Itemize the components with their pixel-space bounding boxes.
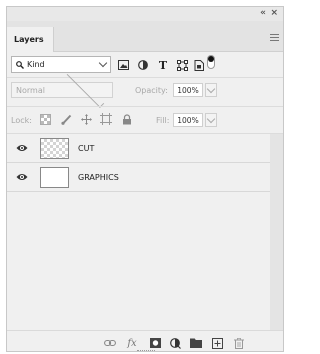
layer-row-cut[interactable]: CUT	[7, 134, 271, 163]
chevron-down-icon	[206, 84, 216, 93]
opacity-input[interactable]: 100%	[173, 83, 203, 97]
divider	[7, 106, 283, 107]
divider	[7, 77, 283, 78]
search-icon	[16, 60, 24, 69]
link-layers-icon[interactable]	[104, 337, 116, 349]
chevron-down-icon	[66, 69, 104, 108]
opacity-label: Opacity:	[135, 86, 168, 95]
blend-mode-dropdown[interactable]: Normal	[11, 69, 113, 108]
lock-transparent-pixels-icon[interactable]	[39, 113, 51, 125]
tab-layers[interactable]: Layers	[7, 27, 54, 52]
new-layer-icon[interactable]	[211, 337, 223, 349]
layer-name[interactable]: GRAPHICS	[78, 173, 119, 182]
layer-thumbnail[interactable]	[40, 167, 69, 188]
type-filter-icon[interactable]: T	[157, 59, 169, 72]
resize-grip[interactable]	[137, 350, 155, 351]
trash-icon[interactable]	[233, 337, 245, 349]
filter-kind-label: Kind	[27, 60, 45, 69]
chevron-down-icon	[206, 114, 216, 123]
fill-input[interactable]: 100%	[173, 113, 203, 127]
filter-kind-dropdown[interactable]: Kind	[11, 56, 111, 73]
layers-scrollbar[interactable]	[270, 134, 283, 331]
lock-label: Lock:	[11, 116, 32, 125]
panel-title-bar: « ×	[7, 7, 283, 21]
fill-label: Fill:	[156, 116, 170, 125]
smart-object-filter-icon[interactable]	[193, 59, 205, 71]
panel-menu-icon[interactable]	[270, 32, 279, 43]
lock-all-icon[interactable]	[121, 113, 133, 125]
layer-thumbnail[interactable]	[40, 138, 69, 159]
adjustment-filter-icon[interactable]	[137, 59, 149, 71]
shape-filter-icon[interactable]	[176, 59, 188, 71]
eye-icon[interactable]	[16, 143, 28, 153]
collapse-panel-button[interactable]: «	[260, 8, 266, 18]
blend-mode-label: Normal	[16, 85, 45, 95]
layers-panel: « × Layers Kind T Normal Opacity: 100% L…	[6, 6, 284, 352]
layer-name[interactable]: CUT	[78, 144, 94, 153]
add-mask-icon[interactable]	[149, 337, 161, 349]
opacity-dropdown-button[interactable]	[205, 83, 217, 97]
image-filter-icon[interactable]	[117, 59, 129, 71]
close-panel-button[interactable]: ×	[270, 8, 278, 18]
lock-artboard-icon[interactable]	[100, 113, 112, 125]
filter-toggle-switch[interactable]	[207, 55, 215, 69]
layer-row-graphics[interactable]: GRAPHICS	[7, 163, 271, 192]
adjustment-layer-icon[interactable]	[169, 337, 181, 349]
layers-footer-toolbar: fx	[7, 330, 283, 351]
new-group-folder-icon[interactable]	[190, 337, 202, 349]
lock-image-pixels-icon[interactable]	[60, 113, 72, 125]
panel-tab-row: Layers	[7, 21, 283, 52]
fill-dropdown-button[interactable]	[205, 113, 217, 127]
lock-position-icon[interactable]	[80, 113, 92, 125]
chevron-down-icon	[98, 58, 108, 68]
fx-layer-style-icon[interactable]: fx	[126, 337, 138, 349]
eye-icon[interactable]	[16, 172, 28, 182]
